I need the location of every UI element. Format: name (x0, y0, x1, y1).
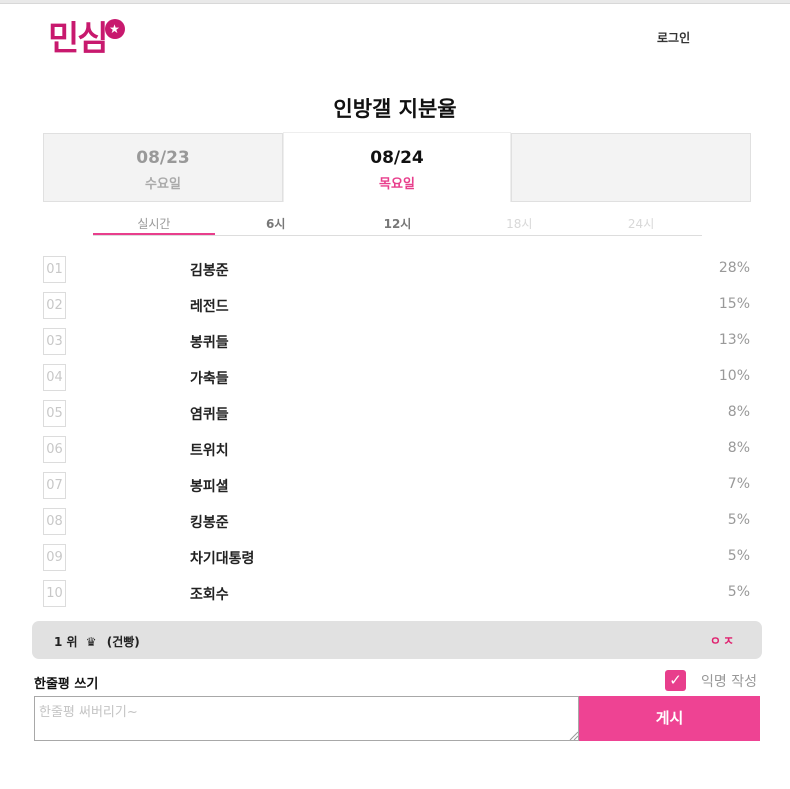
tab-18h: 18시 (506, 217, 533, 231)
winner-name: (건빵) (106, 635, 140, 649)
ranking-row: 02 레전드 15% (43, 292, 751, 328)
rank-number: 02 (43, 292, 66, 319)
rank-name: 봉퀴들 (190, 335, 229, 351)
anonymous-checkbox[interactable]: ✓ (665, 670, 686, 691)
rank-name: 봉피셜 (190, 479, 229, 495)
rank-percent: 8% (727, 440, 750, 456)
ranking-row: 09 차기대통령 5% (43, 544, 751, 580)
date-tab-empty (511, 133, 751, 202)
tab-realtime[interactable]: 실시간 (93, 214, 215, 235)
rank-name: 레전드 (190, 299, 229, 315)
tab-6h[interactable]: 6시 (215, 214, 337, 235)
rank-name: 조회수 (190, 587, 229, 603)
rank-name: 염퀴들 (190, 407, 229, 423)
crown-icon: ♛ (85, 635, 97, 649)
time-tabs: 실시간 6시 12시 18시 24시 (93, 214, 702, 236)
rank-name: 차기대통령 (190, 551, 255, 567)
rank-number: 09 (43, 544, 66, 571)
page-title: 인방갤 지분율 (333, 97, 457, 121)
site-logo[interactable]: 민심 ★ (48, 18, 125, 64)
agree-toggle-button[interactable]: ㅇㅈ (710, 632, 736, 649)
rank-number: 06 (43, 436, 66, 463)
ranking-row: 06 트위치 8% (43, 436, 751, 472)
rank-number: 01 (43, 256, 66, 283)
date-tab-0824[interactable]: 08/24 목요일 (283, 132, 511, 202)
rank-number: 03 (43, 328, 66, 355)
tab-12h[interactable]: 12시 (337, 214, 459, 235)
rank-number: 04 (43, 364, 66, 391)
date-tab-weekday: 목요일 (379, 177, 415, 192)
comment-section-label: 한줄평 쓰기 (34, 677, 99, 692)
winner-rank-label: 1 위 (54, 635, 78, 649)
date-tab-weekday: 수요일 (145, 177, 181, 192)
winner-bar: 1 위 ♛ (건빵) ㅇㅈ (32, 621, 762, 659)
ranking-row: 01 김봉준 28% (43, 256, 751, 292)
star-icon: ★ (104, 19, 125, 39)
date-tab-date: 08/24 (370, 148, 424, 168)
resize-grip-icon[interactable] (569, 731, 578, 740)
rank-percent: 15% (718, 296, 750, 312)
ranking-row: 03 봉퀴들 13% (43, 328, 751, 364)
rank-percent: 5% (727, 512, 750, 528)
rank-number: 08 (43, 508, 66, 535)
rank-percent: 28% (718, 260, 750, 276)
ranking-row: 04 가축들 10% (43, 364, 751, 400)
date-tabs: 08/23 수요일 08/24 목요일 (43, 132, 751, 202)
logo-text: 민심 (48, 19, 109, 59)
rank-percent: 8% (727, 404, 750, 420)
rank-name: 트위치 (190, 443, 229, 459)
browser-top-border (0, 0, 790, 4)
rank-name: 김봉준 (190, 263, 229, 279)
ranking-row: 05 염퀴들 8% (43, 400, 751, 436)
tab-24h: 24시 (627, 217, 655, 231)
anonymous-label: 익명 작성 (701, 673, 757, 690)
rank-number: 05 (43, 400, 66, 427)
rank-percent: 10% (718, 368, 750, 384)
comment-input[interactable] (34, 696, 579, 741)
rank-number: 07 (43, 472, 66, 499)
ranking-row: 08 킹봉준 5% (43, 508, 751, 544)
ranking-row: 07 봉피셜 7% (43, 472, 751, 508)
winner-summary: 1 위 ♛ (건빵) (54, 633, 140, 650)
rank-percent: 5% (727, 548, 750, 564)
login-link[interactable]: 로그인 (657, 29, 690, 46)
anonymous-option: ✓ 익명 작성 (665, 670, 757, 691)
rank-percent: 5% (727, 584, 750, 600)
ranking-row: 10 조회수 5% (43, 580, 751, 616)
rank-percent: 13% (718, 332, 750, 348)
rank-name: 가축들 (190, 371, 229, 387)
date-tab-0823[interactable]: 08/23 수요일 (43, 133, 283, 202)
rank-name: 킹봉준 (190, 515, 229, 531)
date-tab-date: 08/23 (136, 148, 190, 168)
ranking-list: 01 김봉준 28% 02 레전드 15% 03 봉퀴들 13% 04 가축들 … (43, 256, 751, 616)
rank-number: 10 (43, 580, 66, 607)
post-button[interactable]: 게시 (579, 696, 760, 741)
rank-percent: 7% (727, 476, 750, 492)
